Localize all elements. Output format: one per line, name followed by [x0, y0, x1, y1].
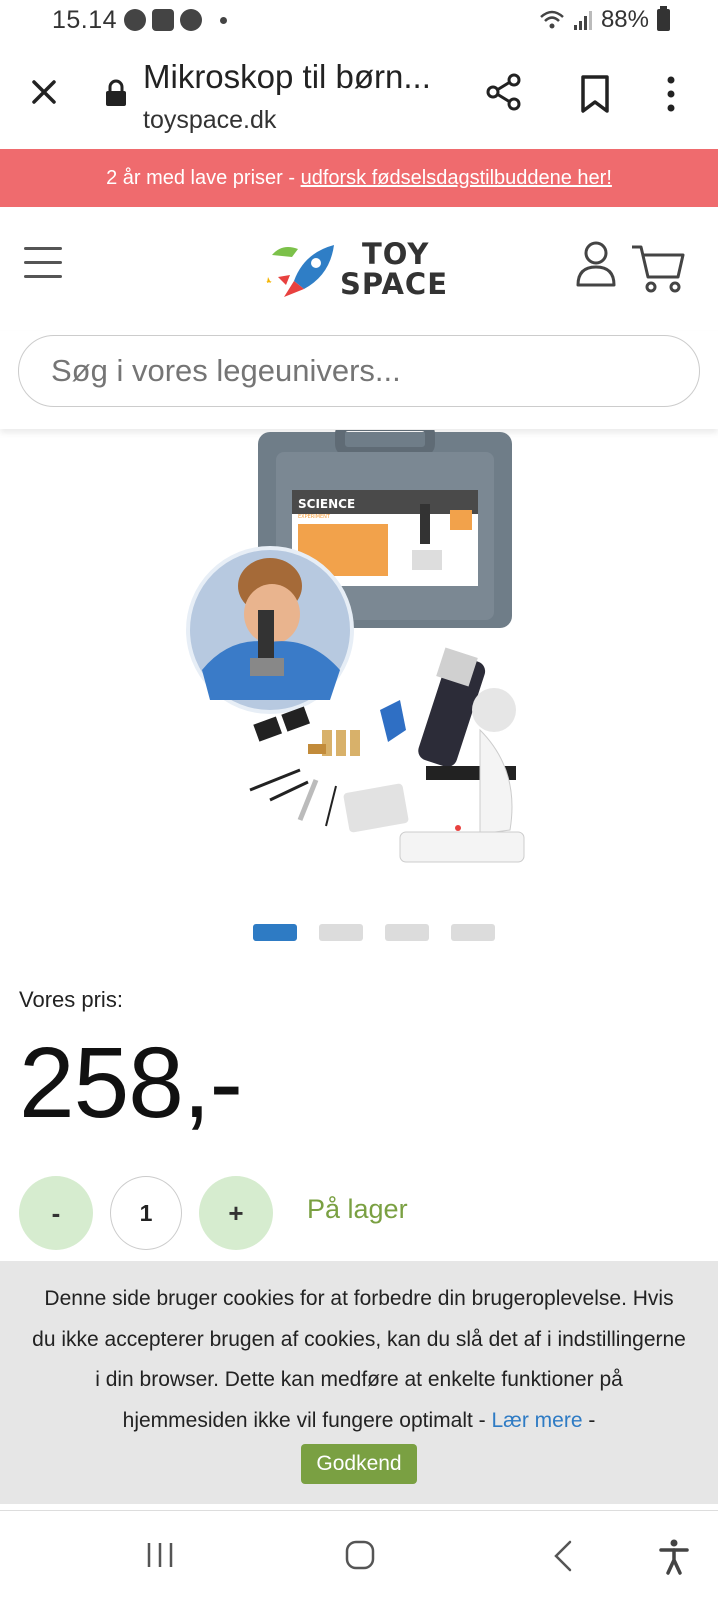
cookie-banner: Denne side bruger cookies for at forbedr…	[0, 1261, 718, 1504]
smiley-icon	[180, 9, 202, 31]
stock-status: På lager	[307, 1194, 408, 1224]
carousel-dot-3[interactable]	[385, 924, 429, 941]
battery-percent: 88%	[600, 6, 649, 33]
carousel-dot-1[interactable]	[253, 924, 297, 941]
promo-link[interactable]: udforsk fødselsdagstilbuddene her!	[301, 167, 612, 189]
browser-toolbar: Mikroskop til børn... toyspace.dk	[0, 44, 718, 148]
wifi-icon	[540, 10, 564, 29]
cookie-text: Denne side bruger cookies for at forbedr…	[30, 1279, 688, 1441]
promo-banner: 2 år med lave priser - udforsk fødselsda…	[0, 149, 718, 207]
logo-line1: TOY	[362, 237, 430, 271]
cookie-trailing: -	[582, 1408, 596, 1432]
more-vert-icon[interactable]	[663, 74, 679, 114]
search-input[interactable]	[18, 335, 700, 407]
system-nav-bar	[0, 1510, 718, 1600]
box-label: SCIENCE	[298, 497, 355, 511]
promo-text: 2 år med lave priser -	[106, 167, 301, 189]
logo-text: TOY SPACE	[340, 239, 448, 299]
price-value: 258,-	[19, 1027, 243, 1139]
menu-icon[interactable]	[24, 247, 62, 279]
search-bar	[0, 331, 718, 429]
page-title[interactable]: Mikroskop til børn...	[143, 58, 431, 96]
cart-icon[interactable]	[630, 243, 686, 295]
battery-icon	[657, 6, 670, 31]
status-notification-icons	[124, 9, 227, 31]
lock-icon	[106, 79, 126, 106]
bookmark-icon[interactable]	[578, 74, 612, 114]
status-bar: 15.14 88%	[0, 0, 718, 44]
learn-more-link[interactable]: Lær mere	[491, 1409, 582, 1432]
quantity-input[interactable]	[110, 1176, 182, 1250]
close-icon[interactable]	[24, 72, 64, 112]
gallery-icon	[152, 9, 174, 31]
status-system-icons: 88%	[539, 6, 670, 34]
rocket-logo-icon	[266, 245, 334, 297]
site-logo[interactable]: TOY SPACE	[264, 235, 464, 305]
chrome-icon	[124, 9, 146, 31]
signal-icon	[573, 11, 592, 30]
box-sublabel: EXPERIMENT	[298, 514, 331, 520]
user-icon[interactable]	[574, 239, 618, 289]
page-host[interactable]: toyspace.dk	[143, 106, 276, 135]
accept-cookies-button[interactable]: Godkend	[301, 1444, 417, 1484]
status-time: 15.14	[52, 6, 118, 34]
share-icon[interactable]	[484, 72, 524, 112]
carousel-dot-4[interactable]	[451, 924, 495, 941]
home-icon[interactable]	[344, 1539, 376, 1571]
recent-apps-icon[interactable]	[145, 1541, 175, 1569]
logo-line2: SPACE	[340, 267, 449, 301]
product-image[interactable]: SCIENCE EXPERIMENT	[180, 430, 540, 890]
carousel-dot-2[interactable]	[319, 924, 363, 941]
price-label: Vores pris:	[19, 987, 123, 1012]
accessibility-icon[interactable]	[658, 1539, 690, 1575]
quantity-decrease-button[interactable]: -	[19, 1176, 93, 1250]
back-icon[interactable]	[552, 1539, 574, 1573]
quantity-increase-button[interactable]: +	[199, 1176, 273, 1250]
site-header: TOY SPACE	[0, 207, 718, 331]
dot-icon	[220, 16, 227, 24]
carousel-indicators	[253, 924, 495, 941]
